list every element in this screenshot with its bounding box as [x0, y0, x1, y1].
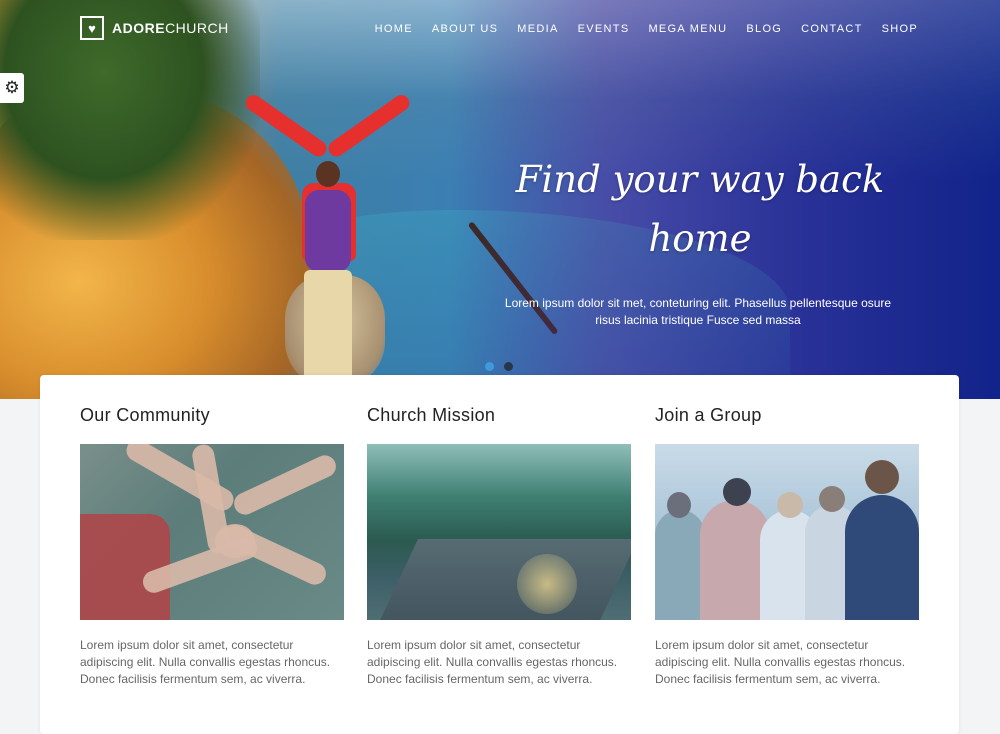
nav-contact[interactable]: CONTACT	[801, 23, 862, 35]
slider-dots	[485, 362, 513, 371]
section-text: Lorem ipsum dolor sit amet, consectetur …	[80, 638, 331, 686]
main-nav: HOME ABOUT US MEDIA EVENTS MEGA MENU BLO…	[375, 23, 918, 35]
gear-icon[interactable]: ⚙	[0, 73, 24, 103]
nav-media[interactable]: MEDIA	[517, 23, 558, 35]
nav-about-us[interactable]: ABOUT US	[432, 23, 498, 35]
nav-blog[interactable]: BLOG	[746, 23, 782, 35]
forest-road-image[interactable]	[367, 444, 631, 620]
friends-group-image[interactable]	[655, 444, 919, 620]
section-title: Church Mission	[367, 405, 496, 425]
site-logo[interactable]: ♥ ADORECHURCH	[80, 16, 229, 40]
section-title: Our Community	[80, 405, 210, 425]
section-text: Lorem ipsum dolor sit amet, consectetur …	[655, 638, 906, 686]
nav-home[interactable]: HOME	[375, 23, 413, 35]
hero-subtext: Lorem ipsum dolor sit met, conteturing e…	[504, 296, 892, 327]
logo-text: ADORECHURCH	[112, 20, 229, 36]
nav-events[interactable]: EVENTS	[578, 23, 630, 35]
section-text: Lorem ipsum dolor sit amet, consectetur …	[367, 638, 618, 686]
hero-heading: Find your way back home	[515, 158, 885, 260]
nav-mega-menu[interactable]: MEGA MENU	[648, 23, 727, 35]
slider-dot-2[interactable]	[504, 362, 513, 371]
section-title: Join a Group	[655, 405, 762, 425]
hands-together-image[interactable]	[80, 444, 344, 620]
heart-icon: ♥	[80, 16, 104, 40]
hero-slider: Find your way back home Lorem ipsum dolo…	[0, 0, 1000, 399]
content-card: Our Community Lorem ipsum dolor sit amet…	[40, 375, 959, 734]
nav-shop[interactable]: SHOP	[882, 23, 918, 35]
slider-dot-1[interactable]	[485, 362, 494, 371]
